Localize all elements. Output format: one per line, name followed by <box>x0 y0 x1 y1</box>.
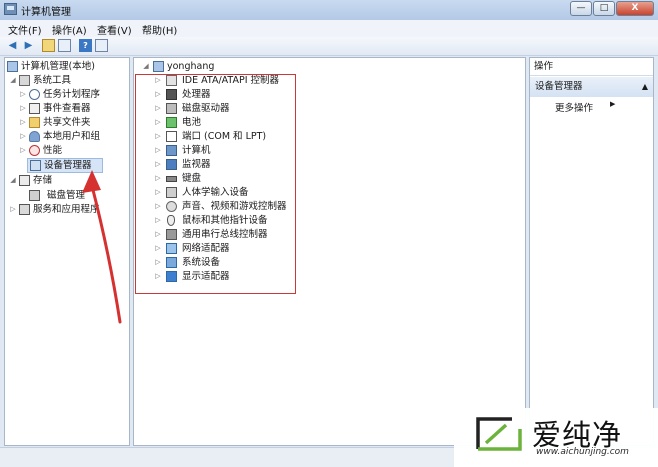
menu-bar: 文件(F) 操作(A) 查看(V) 帮助(H) <box>0 20 658 37</box>
performance-icon <box>29 145 40 156</box>
close-button[interactable]: X <box>616 1 654 16</box>
device-manager-icon <box>30 160 41 171</box>
computer-management-window: 计算机管理 — □ X 文件(F) 操作(A) 查看(V) 帮助(H) ◀ ▶ … <box>0 0 658 467</box>
properties-icon[interactable] <box>95 39 108 52</box>
expand-arrow-icon[interactable]: ▷ <box>19 102 27 115</box>
window-title: 计算机管理 <box>21 7 71 18</box>
expand-arrow-icon[interactable]: ▷ <box>19 144 27 157</box>
menu-help[interactable]: 帮助(H) <box>142 22 177 37</box>
title-bar: 计算机管理 — □ X <box>0 0 658 20</box>
menu-file[interactable]: 文件(F) <box>8 22 42 37</box>
watermark-url: www.aichunjing.com <box>536 447 629 457</box>
maximize-button[interactable]: □ <box>593 1 615 16</box>
back-arrow-icon[interactable]: ◀ <box>6 39 19 52</box>
expand-arrow-icon[interactable]: ▷ <box>19 116 27 129</box>
disk-icon <box>29 190 40 201</box>
actions-pane: 操作 设备管理器 ▲ 更多操作 ▶ <box>529 57 654 446</box>
clock-icon <box>29 89 40 100</box>
collapse-arrow-icon[interactable]: ◢ <box>9 74 17 87</box>
storage-icon <box>19 175 30 186</box>
minimize-button[interactable]: — <box>570 1 592 16</box>
forward-arrow-icon[interactable]: ▶ <box>22 39 35 52</box>
menu-view[interactable]: 查看(V) <box>97 22 132 37</box>
computer-icon <box>153 61 164 72</box>
tree-node-device-manager[interactable]: 设备管理器 <box>27 158 103 173</box>
actions-section-device-manager[interactable]: 设备管理器 ▲ <box>530 77 653 97</box>
show-hide-tree-icon[interactable] <box>58 39 71 52</box>
collapse-up-icon[interactable]: ▲ <box>642 77 648 97</box>
help-icon[interactable]: ? <box>79 39 92 52</box>
computer-icon <box>7 61 18 72</box>
more-actions-item[interactable]: 更多操作 ▶ <box>555 100 615 114</box>
actions-section-label: 设备管理器 <box>535 81 583 92</box>
actions-header: 操作 <box>530 58 653 76</box>
event-viewer-icon <box>29 103 40 114</box>
users-icon <box>29 131 40 142</box>
computer-management-icon <box>4 3 17 15</box>
expand-arrow-icon[interactable]: ▷ <box>19 88 27 101</box>
services-icon <box>19 204 30 215</box>
collapse-arrow-icon[interactable]: ◢ <box>9 174 17 187</box>
navigation-tree-pane[interactable]: 计算机管理(本地) ◢ 系统工具 ▷ 任务计划程序 ▷ 事件查看器 ▷ 共享文件… <box>4 57 130 446</box>
expand-arrow-icon[interactable]: ▷ <box>19 130 27 143</box>
more-actions-label: 更多操作 <box>555 103 594 114</box>
expand-arrow-icon[interactable]: ▷ <box>9 203 17 216</box>
folder-icon <box>29 117 40 128</box>
menu-action[interactable]: 操作(A) <box>52 22 87 37</box>
collapse-arrow-icon[interactable]: ◢ <box>142 60 150 73</box>
submenu-arrow-icon: ▶ <box>610 100 616 108</box>
device-list-highlight <box>135 74 296 294</box>
toolbar: ◀ ▶ ? <box>0 37 658 56</box>
up-folder-icon[interactable] <box>42 39 55 52</box>
brand-logo-icon <box>476 417 522 451</box>
tools-icon <box>19 75 30 86</box>
